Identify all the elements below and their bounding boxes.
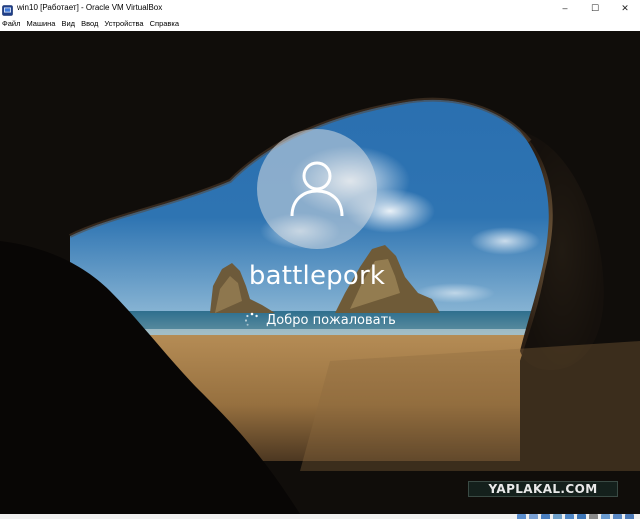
vm-display[interactable]: battlepork Добро пожаловать YAPLAKAL.COM xyxy=(0,31,640,514)
menu-machine[interactable]: Машина xyxy=(24,16,59,31)
welcome-text: Добро пожаловать xyxy=(266,312,396,328)
user-icon xyxy=(284,154,350,225)
cpu-icon[interactable] xyxy=(601,514,610,519)
menu-view[interactable]: Вид xyxy=(59,16,79,31)
close-button[interactable]: ✕ xyxy=(610,0,640,16)
title-bar[interactable]: win10 [Работает] - Oracle VM VirtualBox … xyxy=(0,0,640,16)
menu-help[interactable]: Справка xyxy=(148,16,183,31)
minimize-button[interactable]: – xyxy=(550,0,580,16)
username-label: battlepork xyxy=(248,261,386,291)
welcome-status: Добро пожаловать xyxy=(0,312,640,328)
display-icon[interactable] xyxy=(565,514,574,519)
usb-icon[interactable] xyxy=(541,514,550,519)
menu-bar: Файл Машина Вид Ввод Устройства Справка xyxy=(0,16,640,31)
record-icon[interactable] xyxy=(589,514,598,519)
menu-devices[interactable]: Устройства xyxy=(102,16,147,31)
status-indicators xyxy=(517,514,634,519)
virtualbox-icon xyxy=(2,3,13,16)
status-bar xyxy=(0,514,640,519)
hdd-icon[interactable] xyxy=(517,514,526,519)
menu-input[interactable]: Ввод xyxy=(79,16,102,31)
network-icon[interactable] xyxy=(577,514,586,519)
loading-spinner-icon xyxy=(244,312,260,328)
optical-icon[interactable] xyxy=(529,514,538,519)
site-watermark: YAPLAKAL.COM xyxy=(468,481,618,497)
user-avatar xyxy=(257,129,377,249)
menu-file[interactable]: Файл xyxy=(0,16,24,31)
maximize-button[interactable]: ☐ xyxy=(580,0,610,16)
window-title: win10 [Работает] - Oracle VM VirtualBox xyxy=(17,3,163,12)
shared-folder-icon[interactable] xyxy=(553,514,562,519)
host-key-icon[interactable] xyxy=(625,514,634,519)
mouse-icon[interactable] xyxy=(613,514,622,519)
window-controls: – ☐ ✕ xyxy=(550,0,640,16)
